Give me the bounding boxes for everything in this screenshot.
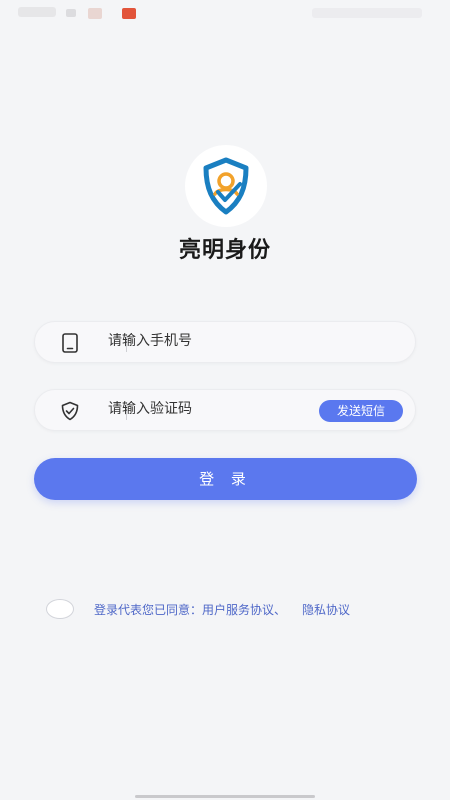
phone-field[interactable] (34, 321, 416, 363)
status-time (18, 7, 56, 17)
agreement-prefix: 登录代表您已同意： (94, 602, 203, 617)
notification-badge-icon (122, 8, 136, 19)
privacy-policy-link[interactable]: 隐私协议 (302, 601, 350, 618)
code-field[interactable]: 发送短信 (34, 389, 416, 431)
app-title: 亮明身份 (178, 238, 271, 263)
status-indicators (312, 8, 422, 18)
login-button[interactable]: 登 录 (34, 458, 417, 500)
app-logo (185, 145, 267, 227)
phone-icon (59, 332, 81, 354)
send-sms-button[interactable]: 发送短信 (319, 400, 403, 422)
notification-badge-icon (88, 8, 102, 19)
agreement-row: 登录代表您已同意： 用户服务协议、 隐私协议 (46, 595, 350, 623)
code-input[interactable] (108, 401, 308, 417)
status-icon (66, 9, 76, 17)
shield-check-icon (59, 400, 81, 422)
phone-input[interactable] (108, 333, 308, 349)
status-bar (0, 0, 450, 28)
home-indicator[interactable] (135, 795, 315, 798)
agreement-checkbox[interactable] (46, 599, 74, 619)
shield-person-check-icon (203, 157, 249, 215)
user-agreement-link[interactable]: 用户服务协议、 (202, 601, 286, 618)
